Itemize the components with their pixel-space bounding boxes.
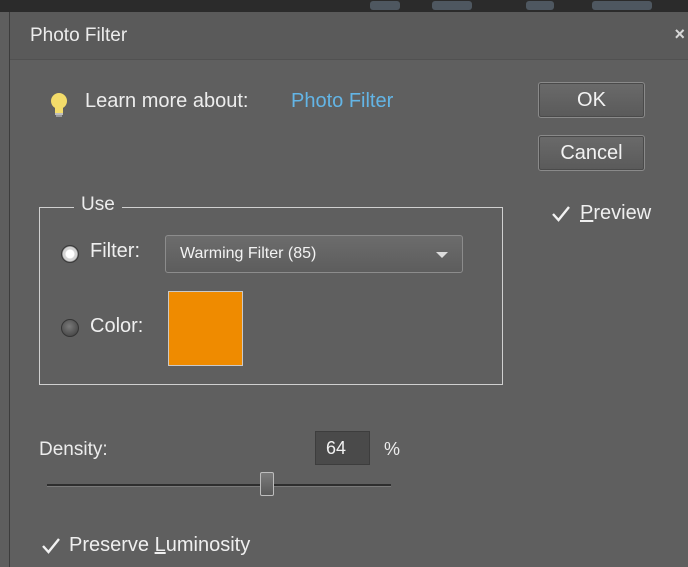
background-window-strip [0,0,688,12]
chevron-down-icon [436,252,448,258]
use-group: Use [39,194,503,385]
filter-dropdown-value: Warming Filter (85) [180,245,317,262]
background-blur [592,1,652,10]
filter-label: Filter: [90,240,140,262]
cancel-button[interactable]: Cancel [538,135,645,171]
preview-checkbox-row[interactable]: Preview [550,202,651,225]
color-label: Color: [90,315,144,337]
photo-filter-dialog: Photo Filter × Learn more about: Photo F… [9,12,688,567]
preserve-mnemonic: L [154,534,166,556]
learn-more-link[interactable]: Photo Filter [291,90,393,113]
preserve-label-before: Preserve [69,534,155,556]
title-bar: Photo Filter × [10,12,688,60]
preview-checkbox[interactable] [550,203,572,225]
background-blur [432,1,472,10]
density-label: Density: [39,439,108,460]
density-slider-thumb[interactable] [260,472,274,496]
preserve-luminosity-checkbox[interactable] [40,535,62,557]
preview-label: Preview [580,202,651,225]
filter-dropdown[interactable]: Warming Filter (85) [165,235,463,273]
lightbulb-icon [50,92,68,123]
dialog-title: Photo Filter [30,25,128,46]
close-icon[interactable]: × [674,24,685,45]
color-swatch[interactable] [168,291,243,366]
color-radio[interactable] [61,319,79,337]
background-blur [526,1,554,10]
preview-mnemonic: P [580,202,594,224]
density-input[interactable]: 64 [315,431,370,465]
filter-radio[interactable] [61,245,79,263]
background-blur [370,1,400,10]
checkmark-icon [552,205,570,222]
use-group-title: Use [74,194,122,216]
preserve-label-rest: uminosity [165,534,251,556]
density-slider-track[interactable] [47,484,391,487]
preserve-luminosity-row[interactable]: Preserve Luminosity [40,534,250,557]
checkmark-icon [42,537,60,554]
learn-more-label: Learn more about: [85,90,249,112]
preview-label-rest: review [593,202,652,224]
preserve-luminosity-label: Preserve Luminosity [69,534,250,557]
density-unit: % [384,439,401,459]
ok-button[interactable]: OK [538,82,645,118]
